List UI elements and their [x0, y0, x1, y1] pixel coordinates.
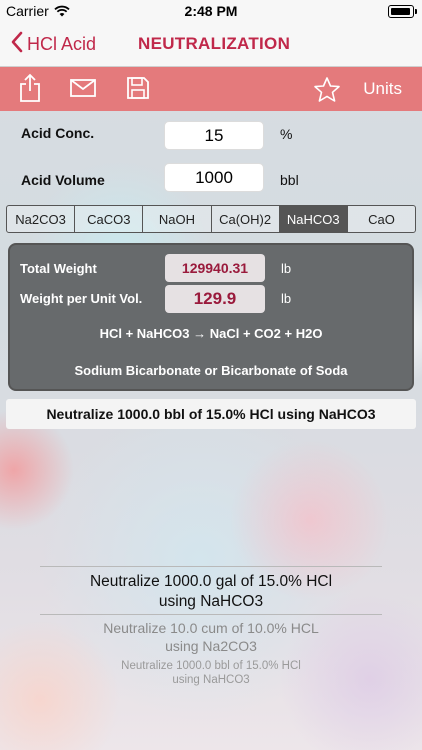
clock: 2:48 PM: [184, 3, 238, 19]
base-option-nahco3[interactable]: NaHCO3: [279, 206, 348, 232]
results-panel: Total Weight 129940.31 lb Weight per Uni…: [8, 243, 414, 391]
acid-volume-label: Acid Volume: [21, 172, 105, 188]
toolbar: Units: [0, 67, 422, 111]
weight-per-unit-unit: lb: [281, 291, 292, 306]
history-item-line2: using NaHCO3: [158, 593, 264, 610]
acid-volume-unit: bbl: [280, 172, 299, 188]
weight-per-unit-value: 129.9: [165, 285, 265, 313]
history-item-line2: using Na2CO3: [165, 638, 257, 654]
base-option-na2co3[interactable]: Na2CO3: [7, 206, 76, 232]
total-weight-label: Total Weight: [20, 261, 97, 276]
total-weight-value: 129940.31: [165, 254, 265, 282]
back-button[interactable]: HCl Acid: [10, 31, 96, 58]
base-option-caco3[interactable]: CaCO3: [75, 206, 144, 232]
star-icon[interactable]: [313, 76, 341, 108]
history-item[interactable]: Neutralize 10.0 cum of 10.0% HCL using N…: [0, 619, 422, 655]
calculation-summary: Neutralize 1000.0 bbl of 15.0% HCl using…: [6, 399, 416, 429]
status-bar: Carrier 2:48 PM: [0, 0, 422, 22]
history-item[interactable]: Neutralize 1000.0 gal of 15.0% HCl using…: [0, 572, 422, 612]
acid-conc-input[interactable]: [164, 121, 264, 150]
share-icon[interactable]: [18, 73, 42, 108]
history-item[interactable]: Neutralize 1000.0 bbl of 15.0% HCl using…: [0, 659, 422, 687]
base-option-cao[interactable]: CaO: [348, 206, 415, 232]
back-chevron-icon: [10, 31, 23, 58]
base-selector: Na2CO3 CaCO3 NaOH Ca(OH)2 NaHCO3 CaO: [6, 205, 416, 233]
acid-conc-label: Acid Conc.: [21, 125, 95, 141]
history-item-line2: using NaHCO3: [172, 674, 250, 686]
base-option-naoh[interactable]: NaOH: [143, 206, 212, 232]
mail-icon[interactable]: [70, 79, 96, 102]
compound-name: Sodium Bicarbonate or Bicarbonate of Sod…: [74, 363, 348, 378]
save-icon[interactable]: [126, 76, 150, 105]
acid-conc-unit: %: [280, 126, 293, 142]
reaction-equation: HCl + NaHCO3 → NaCl + CO2 + H2O: [99, 326, 323, 341]
history-item-line1: Neutralize 1000.0 gal of 15.0% HCl: [89, 573, 333, 590]
page-title: NEUTRALIZATION: [138, 34, 291, 53]
picker-divider-bottom: [40, 614, 382, 615]
history-item-line1: Neutralize 10.0 cum of 10.0% HCL: [103, 620, 319, 636]
acid-volume-input[interactable]: [164, 163, 264, 192]
back-label: HCl Acid: [27, 34, 97, 54]
picker-divider-top: [40, 566, 382, 567]
total-weight-unit: lb: [281, 261, 292, 276]
history-item-line1: Neutralize 1000.0 bbl of 15.0% HCl: [121, 660, 301, 672]
base-option-caoh2[interactable]: Ca(OH)2: [212, 206, 280, 232]
weight-per-unit-label: Weight per Unit Vol.: [20, 291, 143, 306]
battery-icon: [388, 5, 417, 18]
units-button[interactable]: Units: [363, 79, 402, 99]
navigation-bar: HCl Acid NEUTRALIZATION: [0, 22, 422, 67]
